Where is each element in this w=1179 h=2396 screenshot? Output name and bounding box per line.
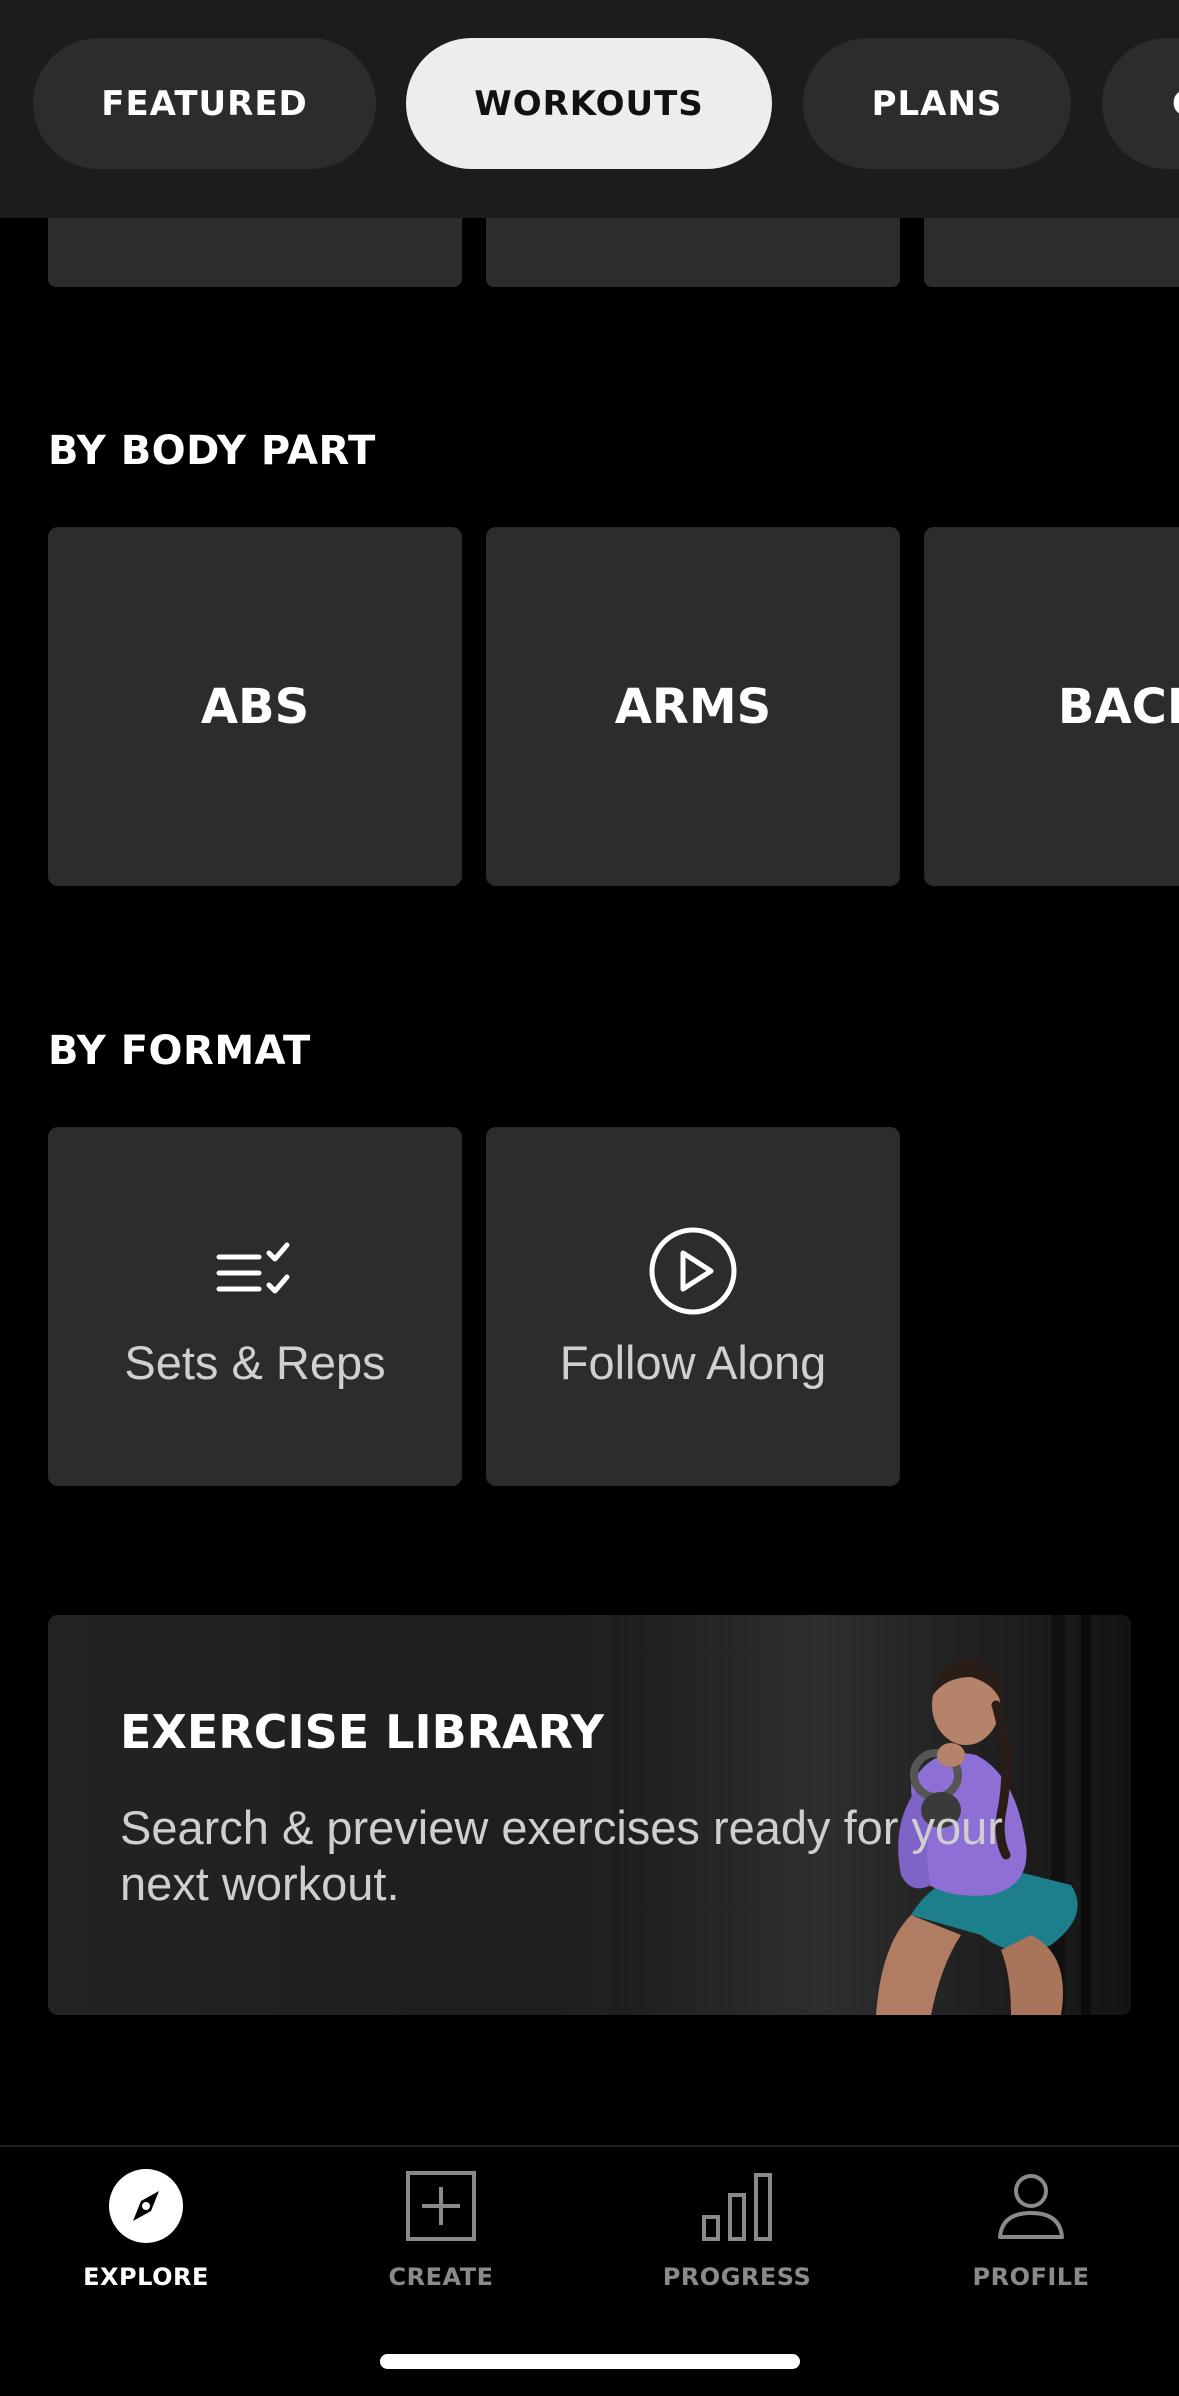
format-tile-follow-along[interactable]: Follow Along	[486, 1127, 900, 1486]
tile-label: ARMS	[614, 678, 772, 735]
tab-next[interactable]: C	[1102, 38, 1179, 169]
section-title-format: BY FORMAT	[48, 1028, 311, 1074]
nav-progress[interactable]: PROGRESS	[627, 2167, 847, 2317]
nav-label: PROFILE	[972, 2263, 1090, 2291]
body-part-tile-arms[interactable]: ARMS	[486, 527, 900, 886]
nav-profile[interactable]: PROFILE	[921, 2167, 1141, 2317]
tab-plans[interactable]: PLANS	[803, 38, 1071, 169]
tile-label: BACK	[1057, 678, 1179, 735]
workouts-screen: FEATURED WORKOUTS PLANS C BY BODY PART A…	[0, 0, 1179, 2396]
tab-workouts[interactable]: WORKOUTS	[406, 38, 772, 169]
body-part-tile-back[interactable]: BACK	[924, 527, 1179, 886]
nav-label: EXPLORE	[83, 2263, 209, 2291]
nav-label: CREATE	[388, 2263, 494, 2291]
body-part-tile-abs[interactable]: ABS	[48, 527, 462, 886]
nav-create[interactable]: CREATE	[331, 2167, 551, 2317]
bar-chart-icon	[702, 2173, 772, 2241]
nav-explore[interactable]: EXPLORE	[36, 2167, 256, 2317]
play-circle-icon	[649, 1227, 737, 1315]
format-label: Follow Along	[559, 1336, 827, 1389]
person-icon	[998, 2174, 1064, 2239]
tab-featured[interactable]: FEATURED	[33, 38, 376, 169]
compass-icon	[109, 2169, 183, 2243]
format-tile-sets-reps[interactable]: Sets & Reps	[48, 1127, 462, 1486]
library-description: Search & preview exercises ready for you…	[120, 1801, 1003, 1910]
exercise-library-card[interactable]: EXERCISE LIBRARY Search & preview exerci…	[48, 1615, 1131, 2015]
section-title-body-part: BY BODY PART	[48, 428, 376, 474]
format-label: Sets & Reps	[124, 1336, 386, 1389]
nav-label: PROGRESS	[662, 2263, 812, 2291]
library-title: EXERCISE LIBRARY	[120, 1705, 604, 1759]
home-indicator[interactable]	[380, 2354, 800, 2369]
checklist-icon	[216, 1242, 290, 1294]
plus-square-icon	[406, 2171, 476, 2241]
tile-label: ABS	[200, 678, 310, 735]
top-tab-bar: FEATURED WORKOUTS PLANS C	[0, 0, 1179, 218]
